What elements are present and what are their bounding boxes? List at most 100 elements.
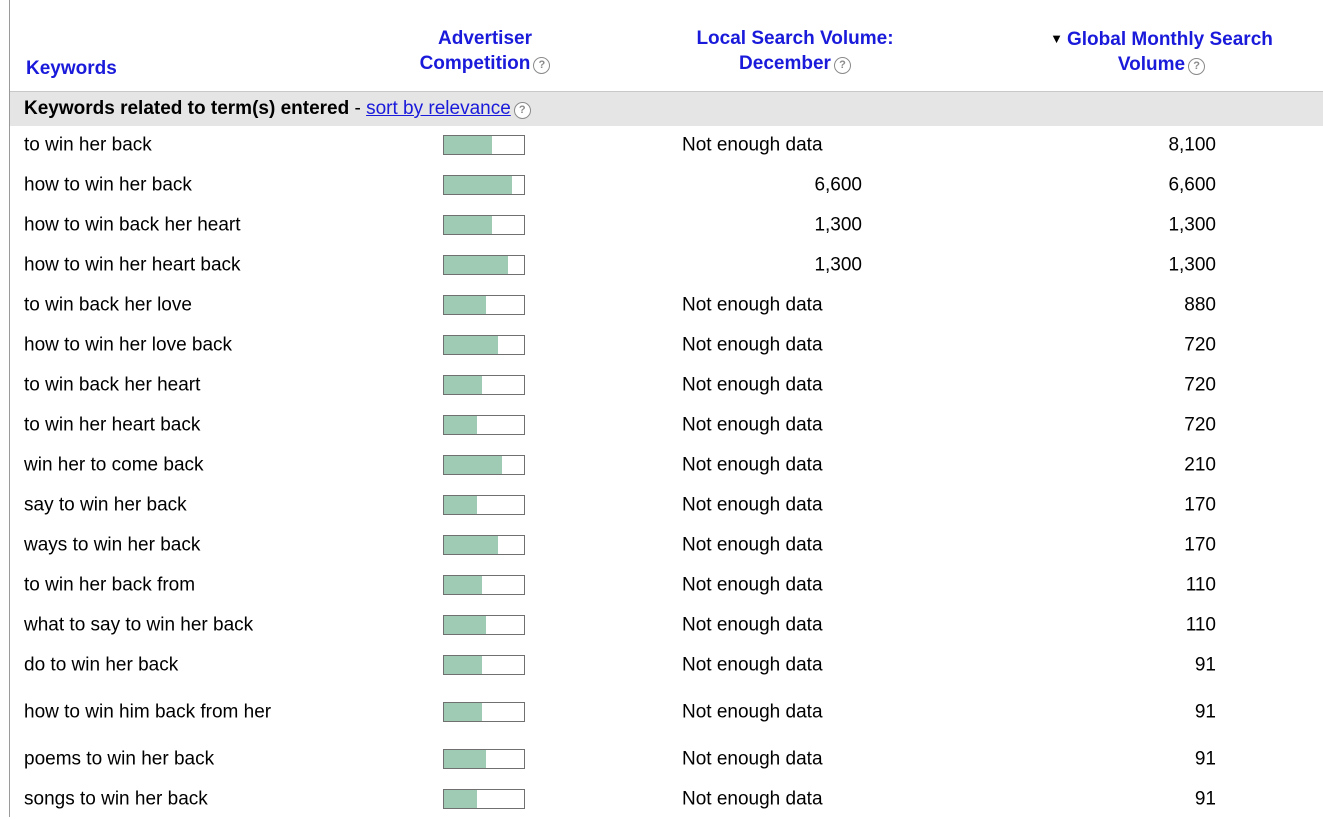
column-header-global-volume[interactable]: ▼ Global Monthly Search Volume?	[1000, 26, 1323, 77]
keyword-cell[interactable]: poems to win her back	[24, 747, 324, 772]
keyword-table-body: to win her back Not enough data 8,100 how t…	[10, 125, 1323, 819]
help-icon[interactable]: ?	[1188, 58, 1206, 75]
local-volume-cell: Not enough data	[682, 534, 823, 556]
local-volume-cell: Not enough data	[682, 574, 823, 596]
competition-bar-fill	[444, 296, 487, 314]
table-row: to win back her heart Not enough data 720	[10, 365, 1323, 405]
sort-descending-icon: ▼	[1050, 31, 1063, 46]
competition-bar	[443, 702, 525, 722]
global-volume-cell: 720	[1184, 334, 1216, 356]
group-separator: -	[349, 98, 367, 119]
competition-bar	[443, 175, 525, 195]
local-volume-cell: Not enough data	[682, 494, 823, 516]
competition-bar-fill	[444, 336, 498, 354]
keyword-cell[interactable]: win her to come back	[24, 453, 324, 478]
keyword-cell[interactable]: what to say to win her back	[24, 613, 324, 638]
keyword-cell[interactable]: to win back her love	[24, 293, 324, 318]
global-volume-cell: 91	[1194, 788, 1216, 810]
help-icon[interactable]: ?	[833, 57, 851, 74]
competition-bar	[443, 789, 525, 809]
keyword-cell[interactable]: to win her heart back	[24, 413, 324, 438]
table-row: songs to win her back Not enough data 91	[10, 779, 1323, 819]
global-volume-cell: 720	[1184, 414, 1216, 436]
keyword-cell[interactable]: how to win back her heart	[24, 213, 324, 238]
local-volume-cell: Not enough data	[682, 454, 823, 476]
global-volume-cell: 880	[1184, 294, 1216, 316]
global-header-line2[interactable]: Volume	[1118, 54, 1185, 75]
group-label: Keywords related to term(s) entered - so…	[24, 98, 531, 120]
global-volume-cell: 170	[1184, 494, 1216, 516]
global-volume-cell: 210	[1184, 454, 1216, 476]
competition-bar-fill	[444, 256, 508, 274]
competition-bar	[443, 415, 525, 435]
competition-bar	[443, 575, 525, 595]
competition-bar	[443, 215, 525, 235]
competition-bar	[443, 135, 525, 155]
competition-bar-fill	[444, 576, 483, 594]
competition-bar	[443, 655, 525, 675]
competition-bar-fill	[444, 216, 492, 234]
competition-bar	[443, 455, 525, 475]
competition-bar-fill	[444, 136, 492, 154]
keyword-cell[interactable]: ways to win her back	[24, 533, 324, 558]
table-row: to win her back from Not enough data 110	[10, 565, 1323, 605]
keyword-cell[interactable]: how to win her love back	[24, 333, 324, 358]
local-volume-cell: 1,300	[814, 214, 862, 236]
help-icon[interactable]: ?	[513, 102, 531, 119]
competition-bar-fill	[444, 790, 477, 808]
table-row: how to win back her heart 1,300 1,300	[10, 205, 1323, 245]
table-row: win her to come back Not enough data 210	[10, 445, 1323, 485]
table-row: how to win her love back Not enough data 7…	[10, 325, 1323, 365]
local-volume-cell: Not enough data	[682, 748, 823, 770]
local-volume-cell: Not enough data	[682, 654, 823, 676]
competition-bar	[443, 375, 525, 395]
keyword-cell[interactable]: say to win her back	[24, 493, 324, 518]
global-volume-cell: 1,300	[1168, 254, 1216, 276]
keywords-header-label[interactable]: Keywords	[26, 58, 117, 79]
competition-bar	[443, 335, 525, 355]
competition-bar	[443, 495, 525, 515]
column-header-keywords[interactable]: Keywords	[26, 56, 117, 81]
competition-header-line1[interactable]: Advertiser	[390, 26, 580, 51]
table-row: to win back her love Not enough data 880	[10, 285, 1323, 325]
global-volume-cell: 91	[1194, 701, 1216, 723]
local-volume-cell: Not enough data	[682, 374, 823, 396]
table-row: ways to win her back Not enough data 170	[10, 525, 1323, 565]
keyword-cell[interactable]: do to win her back	[24, 653, 324, 678]
keyword-cell[interactable]: to win her back	[24, 133, 324, 158]
global-volume-cell: 110	[1185, 614, 1216, 636]
competition-header-line2[interactable]: Competition	[420, 53, 531, 74]
local-volume-cell: 6,600	[814, 174, 862, 196]
keyword-cell[interactable]: to win back her heart	[24, 373, 324, 398]
keyword-cell[interactable]: songs to win her back	[24, 787, 324, 812]
global-volume-cell: 91	[1194, 748, 1216, 770]
competition-bar-fill	[444, 416, 477, 434]
global-volume-cell: 170	[1184, 534, 1216, 556]
help-icon[interactable]: ?	[533, 57, 551, 74]
competition-bar-fill	[444, 703, 483, 721]
competition-bar-fill	[444, 456, 503, 474]
table-row: say to win her back Not enough data 170	[10, 485, 1323, 525]
table-row: poems to win her back Not enough data 91	[10, 739, 1323, 779]
competition-bar	[443, 749, 525, 769]
global-header-line1[interactable]: Global Monthly Search	[1067, 29, 1273, 50]
competition-bar-fill	[444, 376, 483, 394]
table-row: to win her heart back Not enough data 720	[10, 405, 1323, 445]
keyword-cell[interactable]: how to win her back	[24, 173, 324, 198]
local-volume-cell: Not enough data	[682, 294, 823, 316]
table-row: how to win her heart back 1,300 1,300	[10, 245, 1323, 285]
local-header-line2[interactable]: December	[739, 53, 831, 74]
local-header-line1[interactable]: Local Search Volume:	[670, 26, 920, 51]
competition-bar-fill	[444, 616, 487, 634]
column-header-local-volume[interactable]: Local Search Volume: December?	[670, 26, 920, 76]
keyword-cell[interactable]: how to win him back from her	[24, 700, 324, 725]
keyword-cell[interactable]: to win her back from	[24, 573, 324, 598]
sort-by-relevance-link[interactable]: sort by relevance	[366, 98, 511, 119]
table-row: how to win her back 6,600 6,600	[10, 165, 1323, 205]
keyword-cell[interactable]: how to win her heart back	[24, 253, 324, 278]
local-volume-cell: Not enough data	[682, 701, 823, 723]
competition-bar	[443, 535, 525, 555]
global-volume-cell: 8,100	[1168, 134, 1216, 156]
competition-bar	[443, 615, 525, 635]
column-header-competition[interactable]: Advertiser Competition?	[390, 26, 580, 76]
